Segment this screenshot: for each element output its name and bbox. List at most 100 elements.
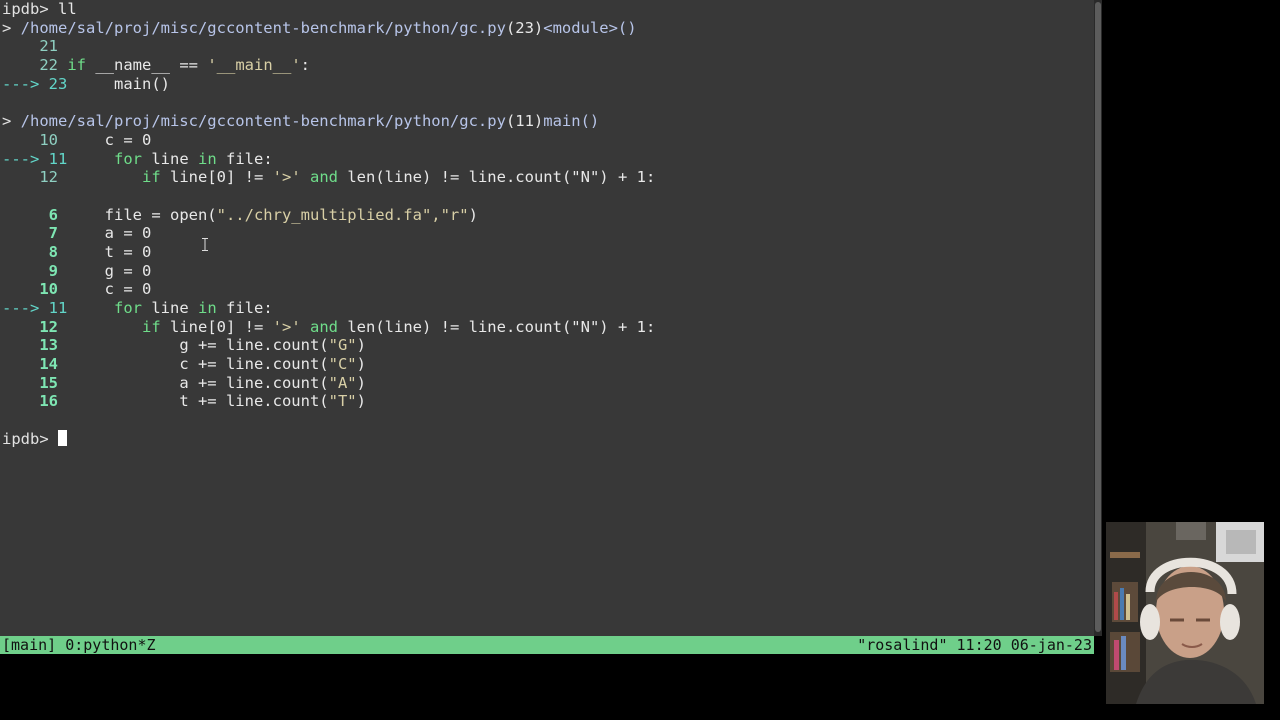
current-line-arrow: ---> 11 bbox=[2, 299, 68, 317]
code-text: ) bbox=[356, 355, 366, 374]
keyword: if bbox=[142, 317, 161, 336]
terminal-line: 6 file = open("../chry_multiplied.fa","r… bbox=[2, 206, 655, 225]
code-text: ) bbox=[356, 392, 366, 411]
line-number: 15 bbox=[2, 373, 58, 392]
keyword: for bbox=[114, 149, 142, 168]
frame-marker: > bbox=[2, 112, 21, 131]
status-time: 11:20 bbox=[956, 636, 1002, 654]
scrollbar-thumb[interactable] bbox=[1095, 2, 1101, 632]
string-literal: "../chry_multiplied.fa","r" bbox=[216, 205, 469, 224]
ipdb-prompt: ipdb> bbox=[2, 429, 58, 448]
terminal-line: 10 c = 0 bbox=[2, 131, 655, 150]
keyword: in bbox=[198, 149, 217, 168]
keyword: if bbox=[67, 56, 87, 75]
line-number: 13 bbox=[2, 336, 58, 355]
code-text: t += line.count( bbox=[58, 392, 329, 411]
line-number: 6 bbox=[2, 205, 58, 224]
status-host: "rosalind" bbox=[857, 636, 948, 654]
tmux-window-tab[interactable]: 0:python*Z bbox=[65, 636, 155, 654]
terminal-line: 9 g = 0 bbox=[2, 262, 655, 281]
string-literal: "T" bbox=[328, 392, 357, 411]
frame-marker: > bbox=[2, 18, 21, 37]
code-text: file: bbox=[216, 299, 273, 317]
string-literal: "A" bbox=[328, 373, 357, 392]
line-number: 22 bbox=[2, 56, 58, 75]
code-text: : bbox=[300, 56, 311, 75]
tmux-status-bar: [main] 0:python*Z "rosalind" 11:20 06-ja… bbox=[0, 636, 1094, 654]
line-number: 12 bbox=[2, 317, 58, 336]
code-text: g = 0 bbox=[58, 261, 152, 280]
code-text: line[0] != bbox=[160, 317, 273, 336]
keyword: and bbox=[310, 317, 338, 336]
keyword: if bbox=[142, 168, 161, 187]
line-location: (23) bbox=[505, 18, 544, 37]
terminal-line: > /home/sal/proj/misc/gccontent-benchmar… bbox=[2, 112, 655, 131]
terminal-line: 15 a += line.count("A") bbox=[2, 374, 655, 393]
terminal-line: 12 if line[0] != '>' and len(line) != li… bbox=[2, 168, 655, 187]
keyword: and bbox=[310, 168, 338, 187]
code-text: ) bbox=[356, 336, 366, 355]
line-number: 16 bbox=[2, 392, 58, 411]
status-date: 06-jan-23 bbox=[1010, 636, 1092, 654]
code-text: file = open( bbox=[58, 205, 217, 224]
i-beam-cursor-icon bbox=[202, 236, 208, 251]
file-path: /home/sal/proj/misc/gccontent-benchmark/… bbox=[20, 112, 506, 131]
function-name: <module>() bbox=[543, 18, 637, 37]
status-left: [main] 0:python*Z bbox=[2, 636, 156, 654]
file-path: /home/sal/proj/misc/gccontent-benchmark/… bbox=[20, 18, 506, 37]
line-number: 8 bbox=[2, 242, 58, 261]
line-number: 21 bbox=[2, 37, 58, 56]
terminal-line: 21 bbox=[2, 37, 655, 56]
function-name: main() bbox=[543, 112, 600, 131]
terminal-line: 7 a = 0 bbox=[2, 224, 655, 243]
code-text: line bbox=[142, 299, 198, 317]
code-text: a = 0 bbox=[58, 224, 152, 243]
line-number: 12 bbox=[2, 168, 58, 187]
code-text: c += line.count( bbox=[58, 355, 329, 374]
code-text: a += line.count( bbox=[58, 373, 329, 392]
line-number: 7 bbox=[2, 224, 58, 243]
terminal-output: ipdb> ll > /home/sal/proj/misc/gccontent-… bbox=[2, 0, 655, 449]
line-number: 9 bbox=[2, 261, 58, 280]
terminal-window[interactable]: ipdb> ll > /home/sal/proj/misc/gccontent-… bbox=[0, 0, 1094, 636]
ipdb-prompt: ipdb> bbox=[2, 0, 58, 18]
terminal-line: 13 g += line.count("G") bbox=[2, 336, 655, 355]
terminal-line: ---> 11 for line in file: bbox=[2, 150, 655, 169]
code-text: len(line) != line.count("N") + 1: bbox=[338, 317, 656, 336]
terminal-line: ---> 23 main() bbox=[2, 75, 655, 94]
code-text: __name__ == bbox=[86, 56, 208, 75]
terminal-line: ipdb> bbox=[2, 429, 655, 449]
terminal-line: 16 t += line.count("T") bbox=[2, 392, 655, 411]
tmux-session[interactable]: [main] bbox=[2, 636, 56, 654]
terminal-line: ipdb> ll bbox=[2, 0, 655, 19]
keyword: in bbox=[198, 299, 217, 317]
code-text: c = 0 bbox=[58, 130, 152, 149]
terminal-cursor[interactable] bbox=[58, 429, 67, 446]
string-literal: '>' bbox=[272, 317, 301, 336]
line-number: 10 bbox=[2, 280, 58, 299]
terminal-line: 8 t = 0 bbox=[2, 243, 655, 262]
terminal-line: 22 if __name__ == '__main__': bbox=[2, 56, 655, 75]
terminal-line: 10 c = 0 bbox=[2, 280, 655, 299]
code-text: line[0] != bbox=[160, 168, 273, 187]
terminal-line: 12 if line[0] != '>' and len(line) != li… bbox=[2, 318, 655, 337]
status-right: "rosalind" 11:20 06-jan-23 bbox=[857, 636, 1092, 654]
code-text: file: bbox=[216, 149, 273, 168]
string-literal: "G" bbox=[328, 336, 357, 355]
terminal-line: ---> 11 for line in file: bbox=[2, 299, 655, 318]
code-text: main() bbox=[67, 74, 170, 93]
terminal-scrollbar[interactable] bbox=[1094, 0, 1102, 636]
line-number: 14 bbox=[2, 355, 58, 374]
line-location: (11) bbox=[505, 112, 544, 131]
string-literal: '__main__' bbox=[207, 56, 301, 75]
terminal-line: > /home/sal/proj/misc/gccontent-benchmar… bbox=[2, 19, 655, 38]
string-literal: "C" bbox=[328, 355, 357, 374]
